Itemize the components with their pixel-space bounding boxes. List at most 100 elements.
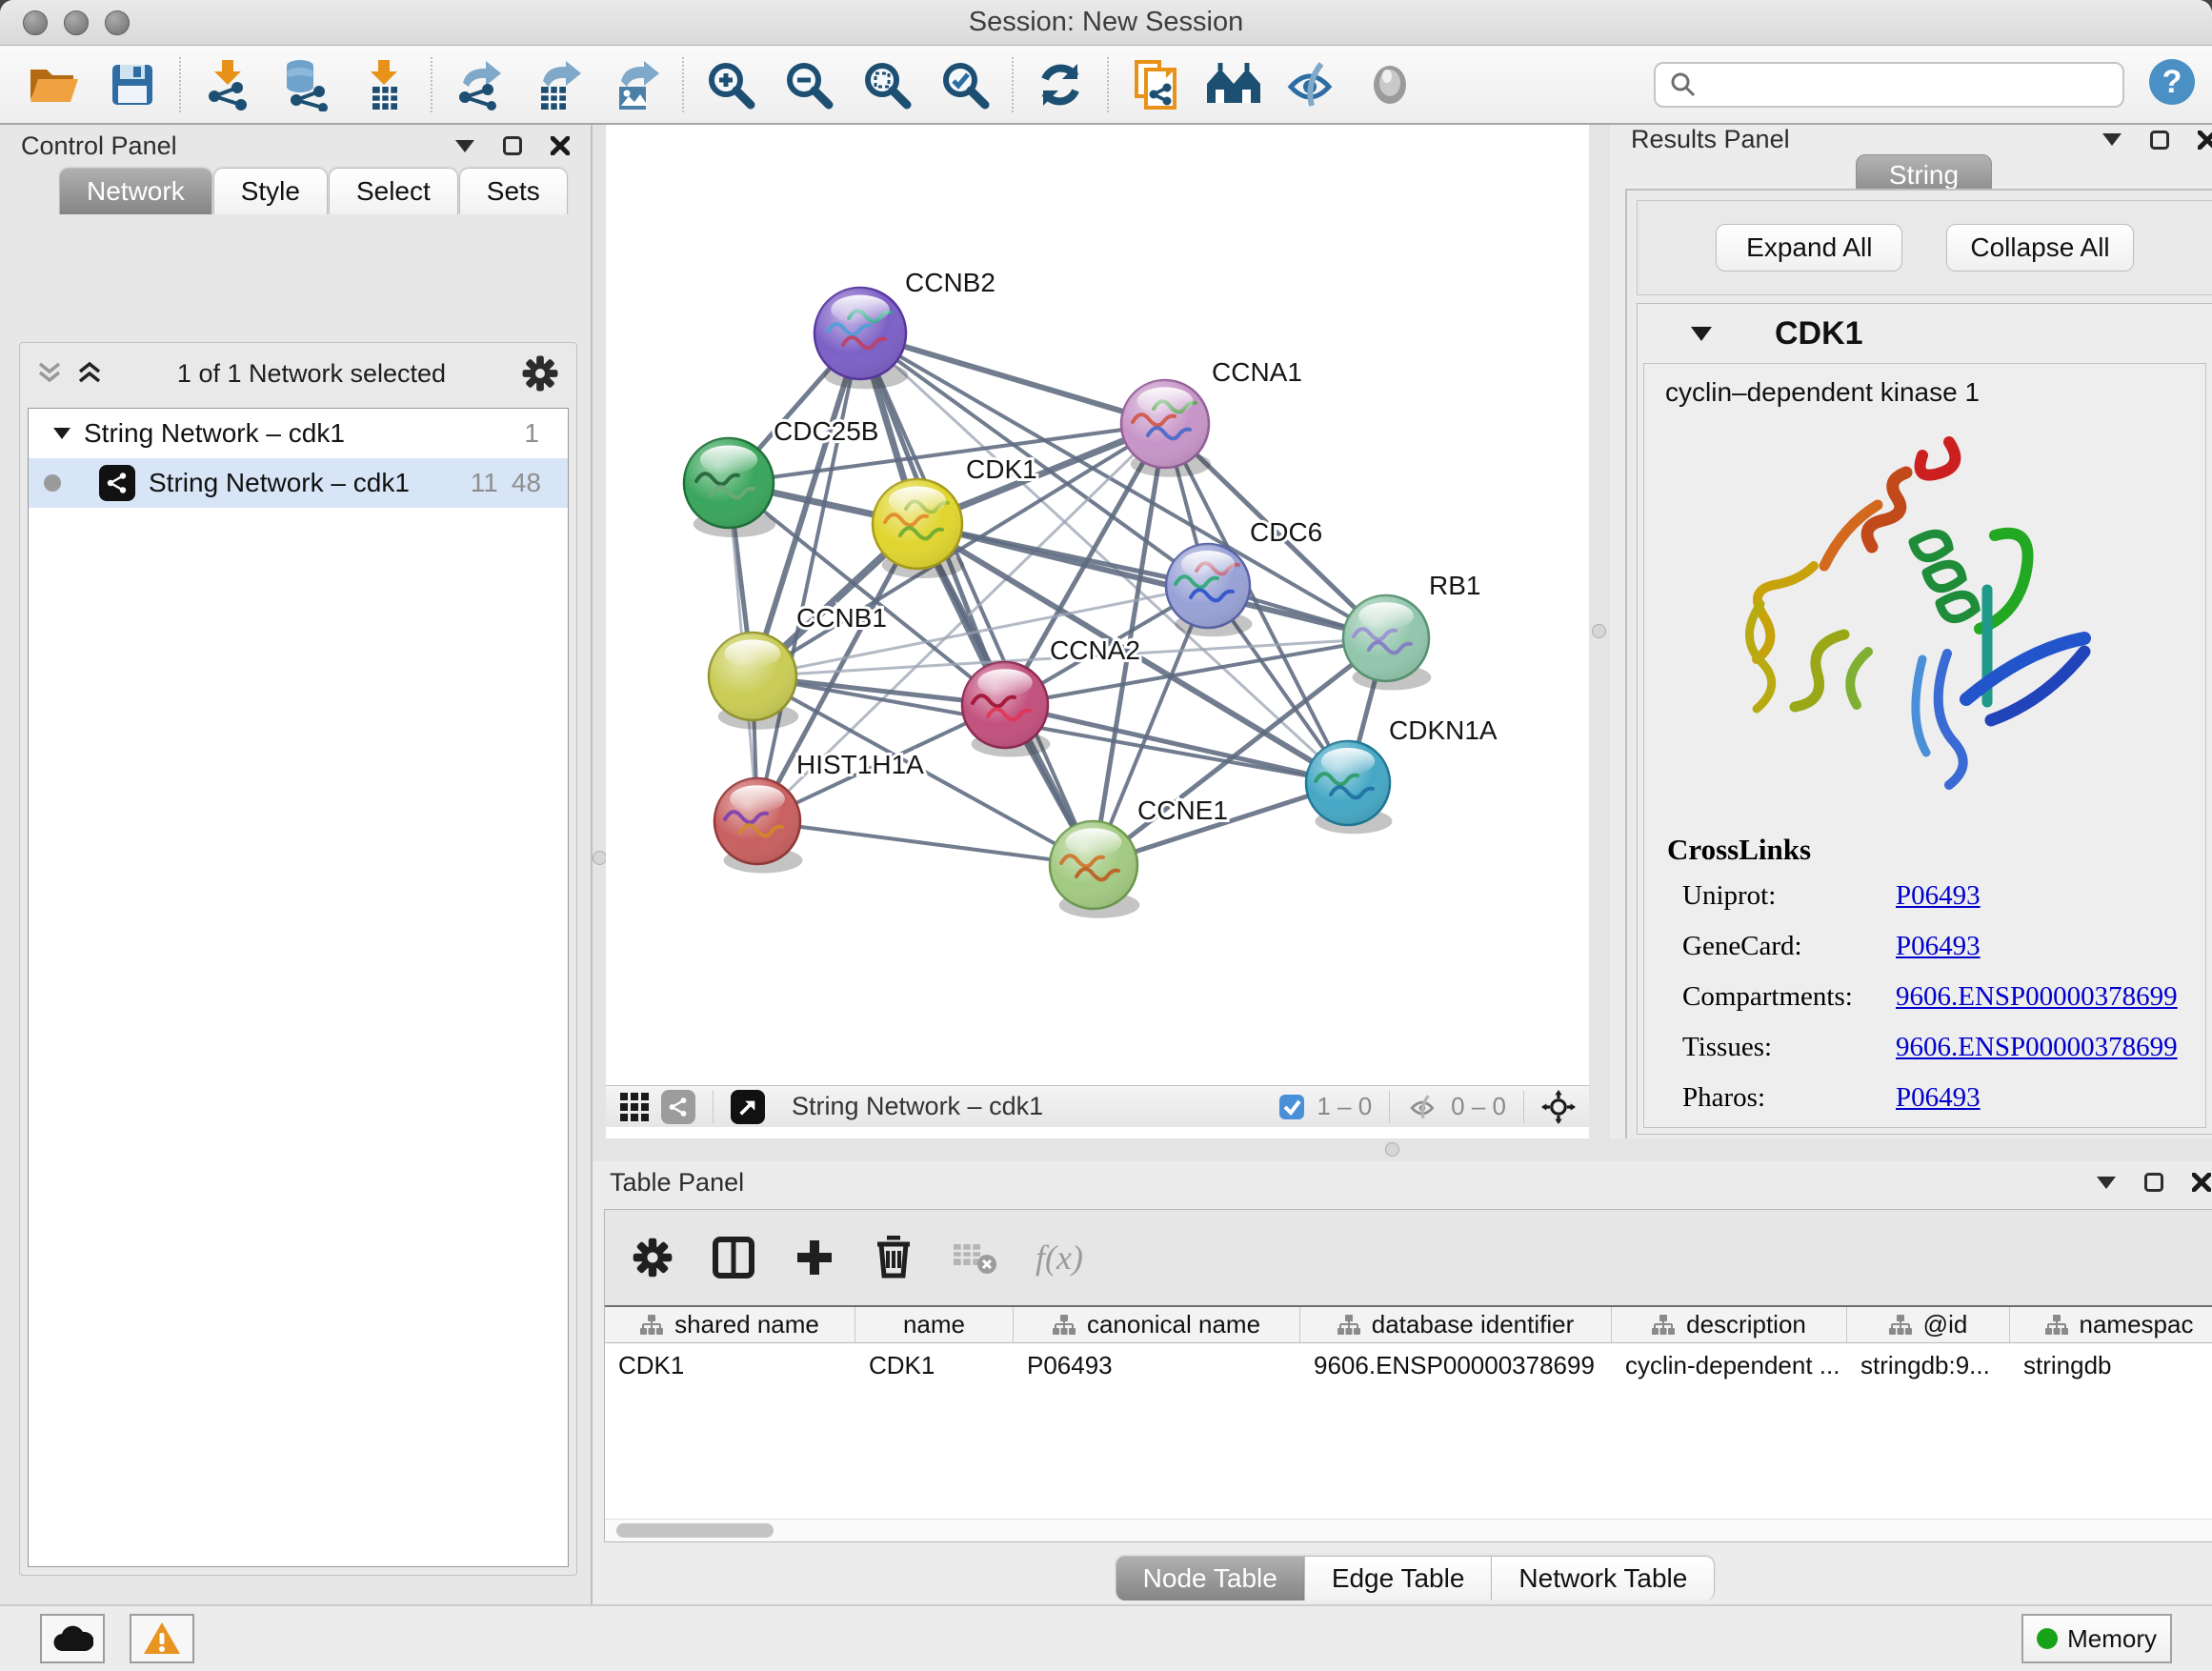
tab-network-table[interactable]: Network Table xyxy=(1491,1556,1715,1601)
table-cell[interactable]: stringdb xyxy=(2010,1351,2212,1380)
panel-close-icon[interactable] xyxy=(2192,1173,2211,1192)
splitter-handle[interactable] xyxy=(1385,1142,1399,1157)
network-node-CDK1[interactable] xyxy=(873,479,964,578)
column-header-database-identifier[interactable]: database identifier xyxy=(1300,1307,1612,1342)
splitter-handle[interactable] xyxy=(593,851,607,865)
network-node-CDC25B[interactable] xyxy=(684,438,775,537)
crosslink-uniprot-link[interactable]: P06493 xyxy=(1896,880,2196,912)
open-session-button[interactable] xyxy=(15,53,93,116)
table-row[interactable]: CDK1CDK1P064939606.ENSP00000378699cyclin… xyxy=(605,1343,2212,1387)
panel-menu-icon[interactable] xyxy=(2097,1177,2116,1189)
column-header-canonical-name[interactable]: canonical name xyxy=(1014,1307,1300,1342)
network-edge-CCNA2-CDKN1A[interactable] xyxy=(1005,705,1348,783)
network-node-CCNB2[interactable] xyxy=(814,288,908,389)
table-cell[interactable]: cyclin-dependent ... xyxy=(1612,1351,1847,1380)
panel-menu-icon[interactable] xyxy=(2102,133,2122,146)
warnings-button[interactable] xyxy=(130,1614,194,1663)
expand-all-button[interactable]: Expand All xyxy=(1716,224,1902,272)
network-edge-CCNB2-CCNE1[interactable] xyxy=(860,333,1094,865)
save-session-button[interactable] xyxy=(93,53,171,116)
tab-style[interactable]: Style xyxy=(213,168,328,214)
network-share-button[interactable] xyxy=(661,1090,695,1124)
panel-float-icon[interactable] xyxy=(2144,1173,2163,1192)
section-collapse-icon[interactable] xyxy=(1691,327,1712,341)
export-table-button[interactable] xyxy=(518,53,596,116)
network-collection-row[interactable]: String Network – cdk1 1 xyxy=(29,409,568,458)
gene-section-header[interactable]: CDK1 xyxy=(1638,304,2212,363)
minimize-window-button[interactable] xyxy=(64,10,89,35)
network-graph[interactable]: CCNB2CCNA1CDC25BCDK1CDC6RB1CCNB1CCNA2CDK… xyxy=(606,125,1589,1085)
horizontal-scrollbar[interactable] xyxy=(605,1519,2212,1541)
table-options-gear-icon[interactable] xyxy=(632,1237,674,1278)
table-cell[interactable]: CDK1 xyxy=(605,1351,855,1380)
tab-select[interactable]: Select xyxy=(329,168,458,214)
search-input[interactable] xyxy=(1707,70,2109,99)
scrollbar-thumb[interactable] xyxy=(616,1523,774,1538)
network-options-gear-icon[interactable] xyxy=(521,354,559,393)
network-node-RB1[interactable] xyxy=(1343,595,1431,691)
export-image-button[interactable] xyxy=(596,53,674,116)
tab-node-table[interactable]: Node Table xyxy=(1116,1556,1304,1601)
birdseye-button[interactable] xyxy=(1351,53,1429,116)
crosslink-pharos-link[interactable]: P06493 xyxy=(1896,1082,2196,1114)
collapse-all-button[interactable]: Collapse All xyxy=(1946,224,2133,272)
column-header--id[interactable]: @id xyxy=(1847,1307,2010,1342)
crosslink-tissues-link[interactable]: 9606.ENSP00000378699 xyxy=(1896,1032,2196,1063)
zoom-selected-button[interactable] xyxy=(926,53,1004,116)
crosslink-compartments-link[interactable]: 9606.ENSP00000378699 xyxy=(1896,981,2196,1013)
panel-menu-icon[interactable] xyxy=(455,140,474,152)
selected-checkbox-icon[interactable] xyxy=(1278,1094,1305,1120)
column-header-description[interactable]: description xyxy=(1612,1307,1847,1342)
tree-expand-icon[interactable] xyxy=(53,428,70,439)
crosslink-genecard-link[interactable]: P06493 xyxy=(1896,931,2196,962)
panel-close-icon[interactable] xyxy=(2198,131,2212,150)
tab-edge-table[interactable]: Edge Table xyxy=(1304,1556,1492,1601)
hide-details-button[interactable] xyxy=(1273,53,1351,116)
panel-float-icon[interactable] xyxy=(503,136,522,155)
import-database-button[interactable] xyxy=(267,53,345,116)
export-network-button[interactable] xyxy=(440,53,518,116)
refresh-button[interactable] xyxy=(1021,53,1099,116)
tab-sets[interactable]: Sets xyxy=(459,168,568,214)
panel-float-icon[interactable] xyxy=(2150,131,2169,150)
table-cell[interactable]: P06493 xyxy=(1014,1351,1300,1380)
maximize-window-button[interactable] xyxy=(105,10,130,35)
table-cell[interactable]: CDK1 xyxy=(855,1351,1014,1380)
network-row-selected[interactable]: String Network – cdk1 11 48 xyxy=(29,458,568,508)
right-splitter[interactable] xyxy=(1589,125,1610,1138)
birdseye-toggle-button[interactable] xyxy=(731,1090,765,1124)
zoom-fit-button[interactable] xyxy=(848,53,926,116)
column-header-name[interactable]: name xyxy=(855,1307,1014,1342)
network-edge-HIST1H1A-CCNE1[interactable] xyxy=(757,821,1094,865)
delete-column-icon[interactable] xyxy=(874,1236,914,1279)
column-header-shared-name[interactable]: shared name xyxy=(605,1307,855,1342)
network-node-CDKN1A[interactable] xyxy=(1306,741,1392,834)
grid-view-icon[interactable] xyxy=(619,1092,650,1122)
left-splitter[interactable] xyxy=(593,125,606,1138)
clipboard-network-button[interactable] xyxy=(1116,53,1195,116)
tab-network[interactable]: Network xyxy=(59,168,212,214)
show-columns-icon[interactable] xyxy=(712,1236,755,1279)
zoom-in-button[interactable] xyxy=(692,53,770,116)
network-node-CCNA1[interactable] xyxy=(1121,380,1211,477)
network-node-HIST1H1A[interactable] xyxy=(714,778,802,874)
horizontal-splitter[interactable] xyxy=(593,1138,2212,1161)
network-canvas[interactable]: CCNB2CCNA1CDC25BCDK1CDC6RB1CCNB1CCNA2CDK… xyxy=(606,125,1589,1085)
cloud-status-button[interactable] xyxy=(40,1614,105,1663)
network-node-CCNB1[interactable] xyxy=(709,633,798,730)
home-button[interactable] xyxy=(1195,53,1273,116)
help-button[interactable]: ? xyxy=(2147,57,2197,111)
splitter-handle[interactable] xyxy=(1592,624,1606,638)
table-cell[interactable]: 9606.ENSP00000378699 xyxy=(1300,1351,1612,1380)
collapse-all-icon[interactable] xyxy=(37,361,62,386)
network-node-CCNA2[interactable] xyxy=(962,662,1050,757)
network-node-CDC6[interactable] xyxy=(1166,544,1252,636)
import-table-button[interactable] xyxy=(345,53,423,116)
table-cell[interactable]: stringdb:9... xyxy=(1847,1351,2010,1380)
column-header-namespac[interactable]: namespac xyxy=(2010,1307,2212,1342)
pan-crosshair-icon[interactable] xyxy=(1541,1090,1576,1124)
add-column-icon[interactable] xyxy=(794,1237,835,1278)
network-node-CCNE1[interactable] xyxy=(1050,821,1139,918)
import-network-button[interactable] xyxy=(189,53,267,116)
panel-close-icon[interactable] xyxy=(551,136,570,155)
